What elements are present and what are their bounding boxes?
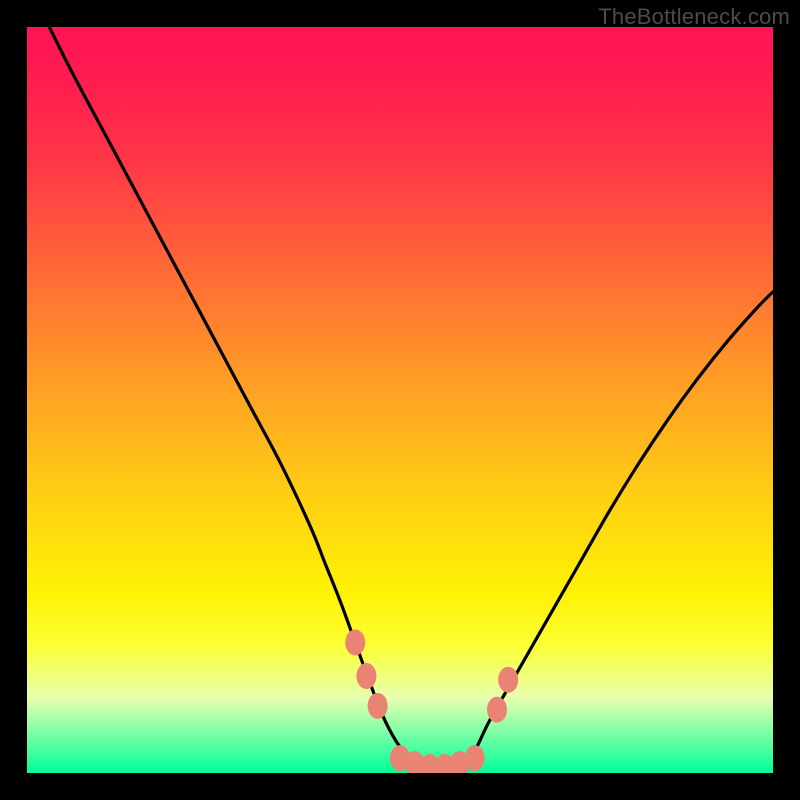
watermark-text: TheBottleneck.com (598, 4, 790, 30)
curve-marker (465, 745, 485, 771)
curve-marker (356, 663, 376, 689)
bottleneck-curve (42, 27, 773, 770)
curve-marker (345, 629, 365, 655)
curve-marker (368, 693, 388, 719)
curve-marker (498, 667, 518, 693)
chart-frame: TheBottleneck.com (0, 0, 800, 800)
curve-marker (487, 697, 507, 723)
chart-svg-layer (27, 27, 773, 773)
curve-markers (345, 629, 518, 773)
plot-area (27, 27, 773, 773)
